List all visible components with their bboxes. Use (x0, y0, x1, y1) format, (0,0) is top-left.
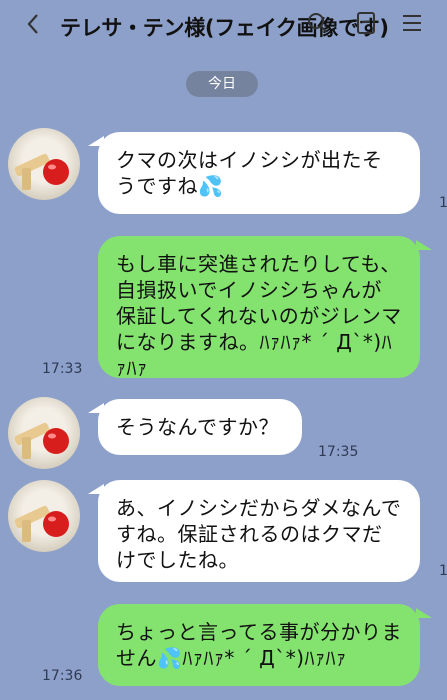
message-text: もし車に突進されたりしても、自損扱いでイノシシちゃんが保証してくれないのがジレン… (116, 252, 402, 380)
message-text: そうなんですか？ (116, 415, 279, 439)
bubble-tail (416, 608, 432, 618)
search-icon[interactable] (305, 10, 329, 36)
message-time: 17:35 (318, 444, 359, 460)
timestamp-clipped: 17 (439, 195, 447, 211)
kendama-icon (14, 505, 69, 542)
message-text: クマの次はイノシシが出たそうですね💦 (116, 148, 383, 198)
message-text: ちょっと言ってる事が分かりません💦ﾊｧﾊｧ* ´ Д`*)ﾊｧﾊｧ (116, 620, 402, 670)
message-time: 17:36 (42, 668, 83, 684)
chat-header: テレサ・テン様(フェイク画像です) (0, 0, 447, 52)
bubble-tail (416, 240, 432, 250)
message-bubble-incoming[interactable]: そうなんですか？ (98, 399, 302, 455)
avatar[interactable] (8, 397, 80, 469)
message-bubble-incoming[interactable]: あ、イノシシだからダメなんですね。保証されるのはクマだけでしたね。 (98, 480, 420, 582)
avatar[interactable] (8, 128, 80, 200)
message-bubble-incoming[interactable]: クマの次はイノシシが出たそうですね💦 (98, 132, 420, 214)
kendama-icon (14, 153, 69, 190)
message-bubble-outgoing[interactable]: ちょっと言ってる事が分かりません💦ﾊｧﾊｧ* ´ Д`*)ﾊｧﾊｧ (98, 604, 420, 686)
date-separator: 今日 (186, 71, 258, 97)
kendama-icon (14, 422, 69, 459)
message-time: 17:33 (42, 361, 83, 377)
menu-icon[interactable] (400, 10, 424, 36)
message-text: あ、イノシシだからダメなんですね。保証されるのはクマだけでしたね。 (116, 496, 402, 572)
avatar[interactable] (8, 480, 80, 552)
call-icon[interactable] (354, 10, 378, 36)
chevron-left-icon[interactable] (22, 12, 46, 36)
timestamp-clipped: 17 (439, 563, 447, 579)
message-bubble-outgoing[interactable]: もし車に突進されたりしても、自損扱いでイノシシちゃんが保証してくれないのがジレン… (98, 236, 420, 380)
